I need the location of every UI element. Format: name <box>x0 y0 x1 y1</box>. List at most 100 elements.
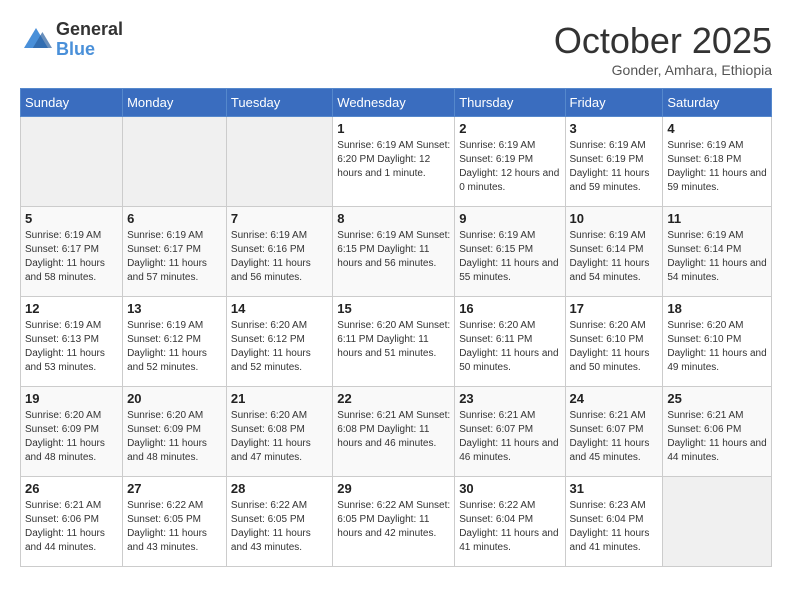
day-cell: 25Sunrise: 6:21 AM Sunset: 6:06 PM Dayli… <box>663 387 772 477</box>
week-row-4: 26 Sunrise: 6:21 AM Sunset: 6:06 PM Dayli… <box>21 477 772 567</box>
day-cell: 18 Sunrise: 6:20 AM Sunset: 6:10 PM Dayli… <box>663 297 772 387</box>
day-cell: 9 Sunrise: 6:19 AM Sunset: 6:15 PM Daylig… <box>455 207 565 297</box>
day-cell <box>123 117 227 207</box>
day-number: 31 <box>570 481 659 496</box>
day-number: 8 <box>337 211 450 226</box>
day-cell: 15 Sunrise: 6:20 AM Sunset: 6:11 PM Dayli… <box>333 297 455 387</box>
week-row-1: 5 Sunrise: 6:19 AM Sunset: 6:17 PM Daylig… <box>21 207 772 297</box>
day-info: Sunrise: 6:22 AM Sunset: 6:05 PM Dayligh… <box>337 499 450 541</box>
day-info: Sunrise: 6:22 AM Sunset: 6:05 PM Dayligh… <box>127 499 222 555</box>
day-info: Sunrise: 6:20 AM Sunset: 6:11 PM Dayligh… <box>337 319 450 361</box>
day-info: Sunrise: 6:21 AM Sunset: 6:08 PM Dayligh… <box>337 409 450 451</box>
day-cell: 31 Sunrise: 6:23 AM Sunset: 6:04 PM Dayli… <box>565 477 663 567</box>
day-info: Sunrise: 6:21 AM Sunset: 6:06 PM Dayligh… <box>25 499 118 555</box>
day-cell: 6 Sunrise: 6:19 AM Sunset: 6:17 PM Daylig… <box>123 207 227 297</box>
day-cell: 17 Sunrise: 6:20 AM Sunset: 6:10 PM Dayli… <box>565 297 663 387</box>
page-header: General Blue October 2025 Gonder, Amhara… <box>20 20 772 78</box>
day-cell: 23Sunrise: 6:21 AM Sunset: 6:07 PM Dayli… <box>455 387 565 477</box>
header-cell-saturday: Saturday <box>663 89 772 117</box>
day-info: Sunrise: 6:21 AM Sunset: 6:07 PM Dayligh… <box>459 409 560 465</box>
header-cell-sunday: Sunday <box>21 89 123 117</box>
day-info: Sunrise: 6:19 AM Sunset: 6:18 PM Dayligh… <box>667 139 767 195</box>
day-cell: 13Sunrise: 6:19 AM Sunset: 6:12 PM Dayli… <box>123 297 227 387</box>
day-cell: 14 Sunrise: 6:20 AM Sunset: 6:12 PM Dayli… <box>226 297 332 387</box>
day-number: 7 <box>231 211 328 226</box>
header-cell-wednesday: Wednesday <box>333 89 455 117</box>
day-info: Sunrise: 6:20 AM Sunset: 6:10 PM Dayligh… <box>570 319 659 375</box>
day-number: 11 <box>667 211 767 226</box>
day-number: 16 <box>459 301 560 316</box>
day-number: 17 <box>570 301 659 316</box>
day-cell: 30Sunrise: 6:22 AM Sunset: 6:04 PM Dayli… <box>455 477 565 567</box>
logo-icon <box>20 24 52 56</box>
day-number: 18 <box>667 301 767 316</box>
day-cell: 8 Sunrise: 6:19 AM Sunset: 6:15 PM Daylig… <box>333 207 455 297</box>
day-info: Sunrise: 6:20 AM Sunset: 6:10 PM Dayligh… <box>667 319 767 375</box>
day-cell: 24 Sunrise: 6:21 AM Sunset: 6:07 PM Dayli… <box>565 387 663 477</box>
day-info: Sunrise: 6:19 AM Sunset: 6:14 PM Dayligh… <box>570 229 659 285</box>
header-cell-monday: Monday <box>123 89 227 117</box>
day-cell: 16 Sunrise: 6:20 AM Sunset: 6:11 PM Dayli… <box>455 297 565 387</box>
day-cell <box>226 117 332 207</box>
day-number: 5 <box>25 211 118 226</box>
day-info: Sunrise: 6:19 AM Sunset: 6:14 PM Dayligh… <box>667 229 767 285</box>
day-cell <box>21 117 123 207</box>
day-info: Sunrise: 6:22 AM Sunset: 6:04 PM Dayligh… <box>459 499 560 555</box>
day-info: Sunrise: 6:20 AM Sunset: 6:11 PM Dayligh… <box>459 319 560 375</box>
day-number: 26 <box>25 481 118 496</box>
day-cell: 19 Sunrise: 6:20 AM Sunset: 6:09 PM Dayli… <box>21 387 123 477</box>
calendar-table: SundayMondayTuesdayWednesdayThursdayFrid… <box>20 88 772 567</box>
day-info: Sunrise: 6:19 AM Sunset: 6:19 PM Dayligh… <box>570 139 659 195</box>
day-cell: 12Sunrise: 6:19 AM Sunset: 6:13 PM Dayli… <box>21 297 123 387</box>
day-number: 3 <box>570 121 659 136</box>
day-cell: 20Sunrise: 6:20 AM Sunset: 6:09 PM Dayli… <box>123 387 227 477</box>
day-number: 27 <box>127 481 222 496</box>
day-info: Sunrise: 6:19 AM Sunset: 6:17 PM Dayligh… <box>127 229 222 285</box>
calendar-header: SundayMondayTuesdayWednesdayThursdayFrid… <box>21 89 772 117</box>
day-number: 29 <box>337 481 450 496</box>
header-cell-tuesday: Tuesday <box>226 89 332 117</box>
day-info: Sunrise: 6:21 AM Sunset: 6:07 PM Dayligh… <box>570 409 659 465</box>
header-row: SundayMondayTuesdayWednesdayThursdayFrid… <box>21 89 772 117</box>
calendar-body: 1 Sunrise: 6:19 AM Sunset: 6:20 PM Daylig… <box>21 117 772 567</box>
day-number: 24 <box>570 391 659 406</box>
day-number: 14 <box>231 301 328 316</box>
day-cell: 1 Sunrise: 6:19 AM Sunset: 6:20 PM Daylig… <box>333 117 455 207</box>
day-cell: 27 Sunrise: 6:22 AM Sunset: 6:05 PM Dayli… <box>123 477 227 567</box>
day-number: 6 <box>127 211 222 226</box>
day-cell: 2Sunrise: 6:19 AM Sunset: 6:19 PM Daylig… <box>455 117 565 207</box>
day-cell: 29 Sunrise: 6:22 AM Sunset: 6:05 PM Dayli… <box>333 477 455 567</box>
day-number: 10 <box>570 211 659 226</box>
logo: General Blue <box>20 20 123 60</box>
day-info: Sunrise: 6:20 AM Sunset: 6:09 PM Dayligh… <box>25 409 118 465</box>
day-cell: 4 Sunrise: 6:19 AM Sunset: 6:18 PM Daylig… <box>663 117 772 207</box>
week-row-0: 1 Sunrise: 6:19 AM Sunset: 6:20 PM Daylig… <box>21 117 772 207</box>
day-number: 1 <box>337 121 450 136</box>
day-cell: 28Sunrise: 6:22 AM Sunset: 6:05 PM Dayli… <box>226 477 332 567</box>
day-cell: 10 Sunrise: 6:19 AM Sunset: 6:14 PM Dayli… <box>565 207 663 297</box>
day-number: 20 <box>127 391 222 406</box>
day-info: Sunrise: 6:20 AM Sunset: 6:12 PM Dayligh… <box>231 319 328 375</box>
day-number: 21 <box>231 391 328 406</box>
day-cell: 5 Sunrise: 6:19 AM Sunset: 6:17 PM Daylig… <box>21 207 123 297</box>
day-number: 9 <box>459 211 560 226</box>
day-info: Sunrise: 6:19 AM Sunset: 6:20 PM Dayligh… <box>337 139 450 181</box>
day-number: 4 <box>667 121 767 136</box>
day-info: Sunrise: 6:19 AM Sunset: 6:19 PM Dayligh… <box>459 139 560 195</box>
month-title: October 2025 <box>554 20 772 62</box>
day-info: Sunrise: 6:19 AM Sunset: 6:15 PM Dayligh… <box>337 229 450 271</box>
day-info: Sunrise: 6:19 AM Sunset: 6:17 PM Dayligh… <box>25 229 118 285</box>
day-cell: 3 Sunrise: 6:19 AM Sunset: 6:19 PM Daylig… <box>565 117 663 207</box>
title-block: October 2025 Gonder, Amhara, Ethiopia <box>554 20 772 78</box>
day-info: Sunrise: 6:19 AM Sunset: 6:15 PM Dayligh… <box>459 229 560 285</box>
day-info: Sunrise: 6:19 AM Sunset: 6:13 PM Dayligh… <box>25 319 118 375</box>
day-number: 22 <box>337 391 450 406</box>
day-info: Sunrise: 6:20 AM Sunset: 6:08 PM Dayligh… <box>231 409 328 465</box>
location-subtitle: Gonder, Amhara, Ethiopia <box>554 62 772 78</box>
day-number: 15 <box>337 301 450 316</box>
day-info: Sunrise: 6:23 AM Sunset: 6:04 PM Dayligh… <box>570 499 659 555</box>
day-number: 19 <box>25 391 118 406</box>
day-info: Sunrise: 6:19 AM Sunset: 6:12 PM Dayligh… <box>127 319 222 375</box>
day-cell: 21 Sunrise: 6:20 AM Sunset: 6:08 PM Dayli… <box>226 387 332 477</box>
day-info: Sunrise: 6:21 AM Sunset: 6:06 PM Dayligh… <box>667 409 767 465</box>
